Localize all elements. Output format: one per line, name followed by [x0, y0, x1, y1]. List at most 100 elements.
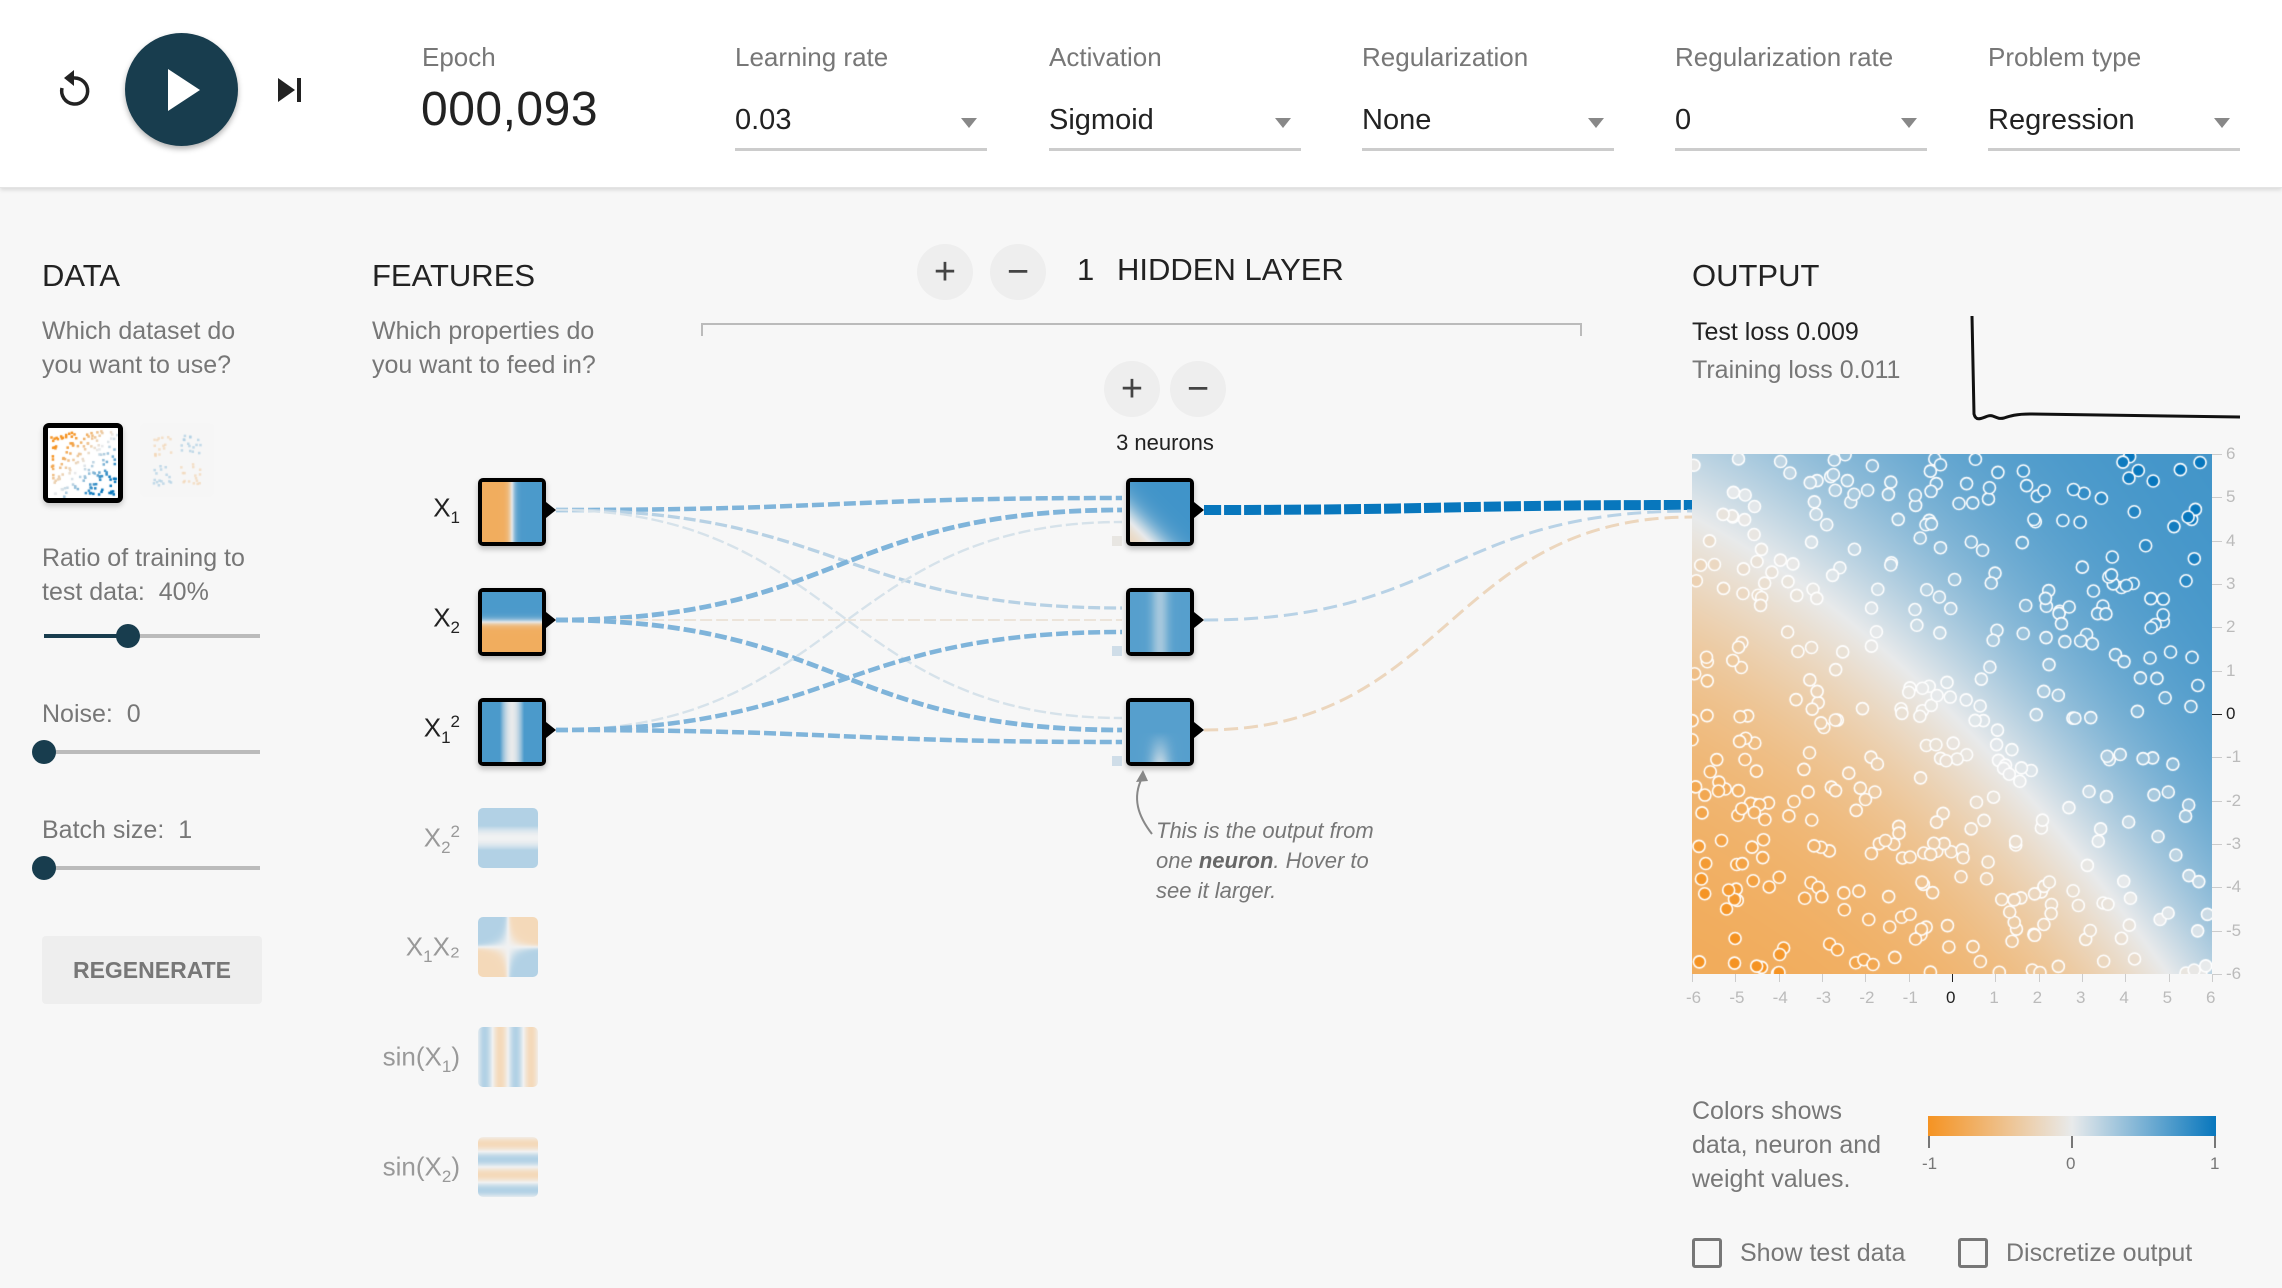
bias-indicator[interactable] [1112, 646, 1122, 656]
show-test-data-label: Show test data [1740, 1238, 1906, 1267]
legend-tick [2214, 1136, 2216, 1148]
x-tick-label: -6 [1686, 988, 1702, 1007]
y-tick-label: 0 [2226, 704, 2236, 723]
legend-tick [2071, 1136, 2073, 1148]
x-tick-label: -2 [1859, 988, 1875, 1007]
weight-link[interactable] [555, 617, 1123, 733]
x-tick [1995, 974, 1997, 982]
x-tick [2038, 974, 2040, 982]
x-tick [1952, 974, 1953, 982]
output-heatmap[interactable] [1692, 454, 2212, 974]
x-tick-label: 6 [2206, 988, 2216, 1007]
x-tick [1908, 974, 1910, 982]
x-tick [1865, 974, 1867, 982]
legend-tick-label: -1 [1922, 1154, 1938, 1173]
plus-icon: + [1120, 367, 1144, 410]
output-title: OUTPUT [1692, 258, 1820, 293]
y-tick [2212, 584, 2222, 585]
layer-count: 1 [1077, 252, 1095, 287]
add-neuron-button[interactable]: + [1104, 361, 1160, 417]
discretize-output-toggle[interactable]: Discretize output [1958, 1238, 2192, 1268]
minus-icon: − [1186, 367, 1210, 410]
weight-link[interactable] [1203, 500, 1693, 515]
color-legend-text: Colors shows data, neuron and weight val… [1692, 1097, 1882, 1193]
add-layer-button[interactable]: + [917, 244, 973, 300]
x-tick [2125, 974, 2127, 982]
y-tick-label: 4 [2226, 530, 2236, 550]
y-tick-label: 5 [2226, 487, 2236, 507]
weight-link[interactable] [555, 629, 1123, 733]
x-tick [2212, 974, 2213, 982]
y-tick [2212, 454, 2222, 455]
x-tick-label: -1 [1902, 988, 1918, 1007]
weight-link[interactable] [1203, 509, 1693, 622]
weight-link[interactable] [555, 727, 1123, 745]
y-tick-label: -6 [2226, 964, 2242, 983]
show-test-data-toggle[interactable]: Show test data [1692, 1238, 1905, 1268]
x-tick [1692, 974, 1693, 982]
minus-icon: − [1006, 250, 1030, 293]
weight-link[interactable] [555, 508, 1123, 610]
loss-curve [1970, 315, 2241, 421]
y-tick-label: -1 [2226, 747, 2242, 767]
annotation-bold: neuron [1198, 848, 1274, 873]
output-arrow-icon [1194, 502, 1204, 518]
x-tick-label: 5 [2162, 988, 2173, 1007]
x-tick [1735, 974, 1737, 982]
hidden-neuron[interactable] [1126, 478, 1194, 546]
training-loss: Training loss 0.011 [1692, 356, 1901, 384]
x-tick-label: 3 [2076, 988, 2086, 1007]
output-arrow-icon [1194, 612, 1204, 628]
color-legend-bar [1928, 1116, 2216, 1136]
y-tick [2212, 844, 2222, 845]
x-tick [2082, 974, 2083, 982]
x-tick [2168, 974, 2170, 982]
layer-bracket [701, 323, 1582, 336]
discretize-output-label: Discretize output [2006, 1238, 2193, 1267]
test-loss: Test loss 0.009 [1692, 318, 1859, 346]
hidden-neuron[interactable] [1126, 588, 1194, 656]
plus-icon: + [933, 250, 957, 293]
remove-neuron-button[interactable]: − [1170, 361, 1226, 417]
bias-indicator[interactable] [1112, 536, 1122, 546]
x-tick-label: 2 [2032, 988, 2043, 1007]
x-tick-label: 1 [1989, 988, 1999, 1007]
x-tick-label: -5 [1729, 988, 1745, 1007]
y-tick [2212, 887, 2222, 889]
y-tick [2212, 714, 2222, 715]
weight-link[interactable] [555, 495, 1123, 513]
x-tick-label: -4 [1772, 988, 1788, 1007]
discretize-output-checkbox[interactable] [1958, 1238, 1988, 1268]
y-tick [2212, 497, 2222, 499]
neuron-count-label: 3 neurons [1116, 430, 1214, 455]
x-tick [1778, 974, 1780, 982]
y-tick [2212, 670, 2222, 672]
y-tick-label: 6 [2226, 444, 2236, 463]
weight-link[interactable] [555, 507, 1123, 623]
neuron-annotation: This is the output from one neuron. Hove… [1156, 816, 1376, 906]
output-arrow-icon [1194, 722, 1204, 738]
y-tick [2212, 800, 2222, 802]
hidden-layer-title: HIDDEN LAYER [1117, 252, 1344, 287]
loss-chart [1970, 315, 2241, 421]
x-tick [1822, 974, 1823, 982]
weight-link[interactable] [1203, 515, 1693, 732]
y-tick-label: 3 [2226, 574, 2236, 593]
remove-layer-button[interactable]: − [990, 244, 1046, 300]
y-tick-label: -2 [2226, 790, 2242, 810]
y-tick [2212, 627, 2222, 629]
hidden-neuron[interactable] [1126, 698, 1194, 766]
y-tick-label: 2 [2226, 617, 2236, 637]
legend-tick-label: 0 [2066, 1154, 2076, 1173]
y-tick [2212, 540, 2222, 542]
x-tick-label: 4 [2119, 988, 2129, 1007]
show-test-data-checkbox[interactable] [1692, 1238, 1722, 1268]
legend-tick-label: 1 [2210, 1154, 2220, 1173]
y-tick-label: 1 [2226, 660, 2236, 680]
x-tick-label: -3 [1816, 988, 1832, 1007]
y-tick-label: -5 [2226, 920, 2242, 940]
y-tick-label: -4 [2226, 877, 2242, 897]
y-tick [2212, 974, 2222, 975]
y-tick [2212, 930, 2222, 932]
y-tick [2212, 757, 2222, 759]
